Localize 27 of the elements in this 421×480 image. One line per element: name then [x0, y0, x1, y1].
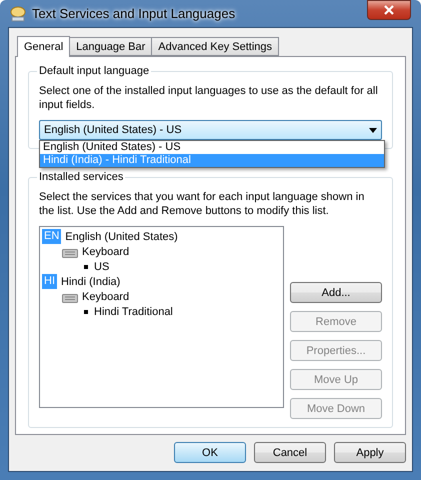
tree-item[interactable]: English (United States): [65, 230, 178, 242]
tree-item[interactable]: US: [94, 260, 110, 272]
window-title: Text Services and Input Languages: [32, 6, 236, 21]
language-dropdown[interactable]: English (United States) - US: [39, 120, 382, 140]
bullet-icon: [82, 308, 90, 316]
dialog-button[interactable]: Cancel: [254, 442, 326, 463]
close-button[interactable]: [367, 0, 411, 20]
close-icon: [384, 5, 394, 15]
dropdown-option[interactable]: English (United States) - US: [40, 141, 384, 154]
caret-icon: [369, 128, 377, 132]
tab[interactable]: Language Bar: [69, 37, 152, 56]
bullet-icon: [82, 262, 90, 270]
description-text: Select the services that you want for each input language shown in the list. Use the Add and Remove buttons to modify this list.: [39, 190, 366, 218]
tree-item[interactable]: Hindi Traditional: [94, 306, 173, 318]
speech-bubble-icon: [10, 6, 26, 22]
group-label: Default input language: [37, 64, 152, 78]
tree-item[interactable]: Hindi (India): [61, 276, 120, 288]
tree-item[interactable]: Keyboard: [82, 246, 130, 258]
tab[interactable]: General: [17, 36, 70, 57]
language-badge: HI: [42, 274, 57, 289]
tree-item[interactable]: Keyboard: [82, 290, 130, 302]
action-button[interactable]: Add...: [290, 282, 382, 303]
dialog-button[interactable]: Apply: [334, 442, 406, 463]
language-badge: EN: [42, 229, 62, 244]
description-text: Select one of the installed input languages to use as the default for all input fields.: [39, 84, 379, 112]
tab[interactable]: Advanced Key Settings: [151, 37, 280, 56]
dialog-button[interactable]: OK: [174, 442, 246, 463]
